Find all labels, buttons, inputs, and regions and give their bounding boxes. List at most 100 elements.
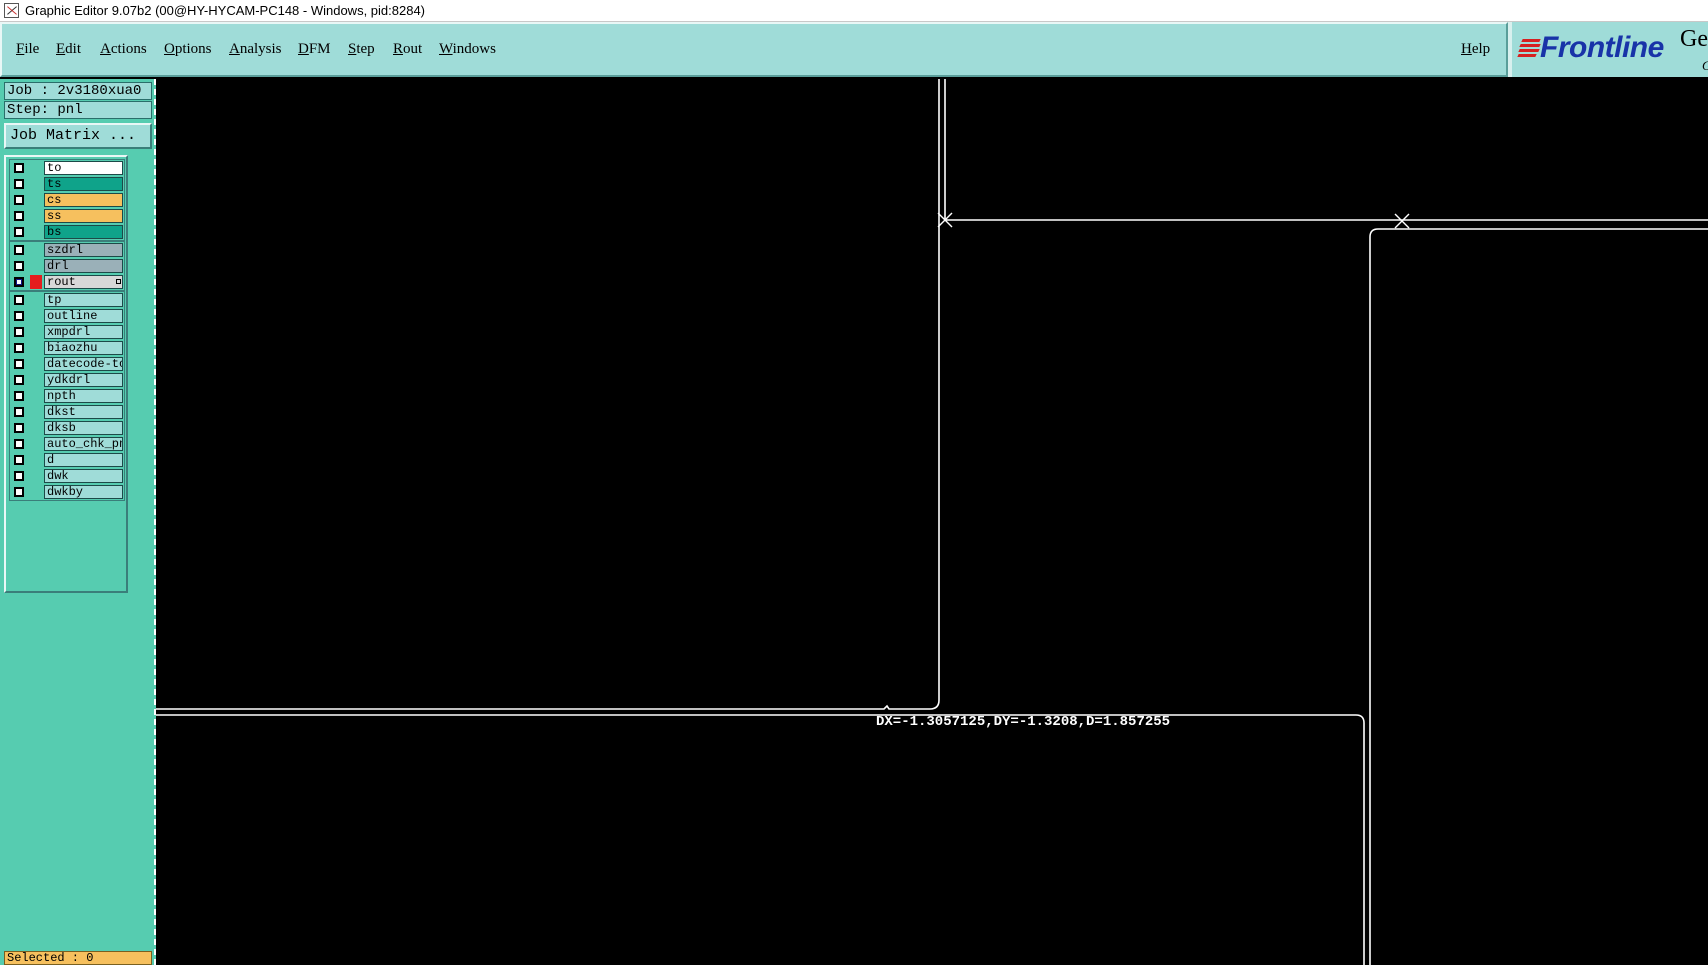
layer-affected-indicator[interactable] [30,421,42,435]
layer-name[interactable]: auto_chk_pnl [44,437,123,451]
layer-group-board: to ts cs ss bs [9,159,125,241]
layer-affected-indicator[interactable] [30,341,42,355]
layer-name[interactable]: ydkdrl [44,373,123,387]
layer-name[interactable]: datecode-to [44,357,123,371]
menu-step[interactable]: Step [348,41,375,58]
layer-affected-indicator[interactable] [30,325,42,339]
layer-checkbox[interactable] [14,195,24,205]
layer-name[interactable]: dwkby [44,485,123,499]
layer-affected-indicator[interactable] [30,485,42,499]
layer-checkbox[interactable] [14,261,24,271]
layer-row-tp[interactable]: tp [10,292,124,308]
layer-row-biaozhu[interactable]: biaozhu [10,340,124,356]
layer-checkbox[interactable] [14,163,24,173]
layer-name[interactable]: npth [44,389,123,403]
layer-name[interactable]: xmpdrl [44,325,123,339]
layer-name[interactable]: d [44,453,123,467]
layer-affected-indicator[interactable] [30,293,42,307]
layer-checkbox[interactable] [14,407,24,417]
layer-row-ss[interactable]: ss [10,208,124,224]
layer-affected-indicator[interactable] [30,453,42,467]
layer-name[interactable]: szdrl [44,243,123,257]
layer-checkbox[interactable] [14,295,24,305]
layer-work-mark-icon [116,279,121,284]
layer-checkbox[interactable] [14,227,24,237]
layer-checkbox[interactable] [14,455,24,465]
layer-affected-indicator[interactable] [30,469,42,483]
graphics-canvas[interactable]: DX=-1.3057125,DY=-1.3208,D=1.857255 [156,79,1708,965]
layer-group-misc: tp outline xmpdrl biaozhu datecode-to ydkdrl n… [9,291,125,501]
layer-affected-indicator[interactable] [30,193,42,207]
layer-row-dkst[interactable]: dkst [10,404,124,420]
layer-checkbox[interactable] [14,327,24,337]
layer-row-bs[interactable]: bs [10,224,124,240]
layer-name[interactable]: drl [44,259,123,273]
layer-row-rout[interactable]: rout [10,274,124,290]
menu-dfm[interactable]: DFM [298,41,331,58]
layer-affected-indicator[interactable] [30,243,42,257]
layer-name[interactable]: biaozhu [44,341,123,355]
layer-row-dwkby[interactable]: dwkby [10,484,124,500]
layer-checkbox[interactable] [14,343,24,353]
menu-edit[interactable]: Edit [56,41,81,58]
layer-row-dwk[interactable]: dwk [10,468,124,484]
layer-row-d[interactable]: d [10,452,124,468]
layer-checkbox[interactable] [14,179,24,189]
menu-help[interactable]: Help [1461,41,1490,58]
menu-rout[interactable]: Rout [393,41,422,58]
layer-name[interactable]: dkst [44,405,123,419]
layer-row-ydkdrl[interactable]: ydkdrl [10,372,124,388]
layer-affected-indicator[interactable] [30,309,42,323]
layer-name[interactable]: outline [44,309,123,323]
layer-name[interactable]: tp [44,293,123,307]
layer-affected-indicator[interactable] [30,225,42,239]
layer-checkbox[interactable] [14,423,24,433]
layer-affected-indicator[interactable] [30,161,42,175]
layer-name[interactable]: cs [44,193,123,207]
layer-affected-indicator[interactable] [30,405,42,419]
layer-affected-indicator[interactable] [30,357,42,371]
job-matrix-button[interactable]: Job Matrix ... [4,123,152,149]
layer-checkbox[interactable] [14,391,24,401]
layer-checkbox[interactable] [14,311,24,321]
layer-row-to[interactable]: to [10,160,124,176]
layer-row-npth[interactable]: npth [10,388,124,404]
menu-actions[interactable]: Actions [100,41,147,58]
layer-checkbox[interactable] [14,359,24,369]
layer-affected-indicator[interactable] [30,209,42,223]
layer-checkbox[interactable] [14,245,24,255]
layer-checkbox[interactable] [14,375,24,385]
menu-options[interactable]: Options [164,41,212,58]
layer-row-ts[interactable]: ts [10,176,124,192]
menu-file[interactable]: File [16,41,39,58]
layer-affected-indicator[interactable] [30,259,42,273]
layer-name[interactable]: ts [44,177,123,191]
layer-checkbox[interactable] [14,471,24,481]
layer-checkbox[interactable] [14,439,24,449]
layer-affected-indicator[interactable] [30,389,42,403]
layer-row-xmpdrl[interactable]: xmpdrl [10,324,124,340]
layer-name[interactable]: to [44,161,123,175]
layer-affected-indicator[interactable] [30,177,42,191]
layer-name[interactable]: bs [44,225,123,239]
layer-name[interactable]: dwk [44,469,123,483]
layer-affected-indicator[interactable] [30,373,42,387]
layer-row-dksb[interactable]: dksb [10,420,124,436]
menu-windows[interactable]: Windows [439,41,496,58]
layer-row-auto_chk_pnl[interactable]: auto_chk_pnl [10,436,124,452]
menu-analysis[interactable]: Analysis [229,41,282,58]
layer-name[interactable]: ss [44,209,123,223]
layer-row-outline[interactable]: outline [10,308,124,324]
layer-affected-indicator[interactable] [30,275,42,289]
layer-name[interactable]: rout [44,275,123,289]
layer-affected-indicator[interactable] [30,437,42,451]
layer-checkbox[interactable] [14,277,24,287]
layer-row-szdrl[interactable]: szdrl [10,242,124,258]
layer-row-datecode-to[interactable]: datecode-to [10,356,124,372]
layer-name[interactable]: dksb [44,421,123,435]
layer-row-cs[interactable]: cs [10,192,124,208]
layer-checkbox[interactable] [14,487,24,497]
layer-checkbox[interactable] [14,211,24,221]
layer-row-drl[interactable]: drl [10,258,124,274]
graphic-editor-app-icon [4,3,19,18]
